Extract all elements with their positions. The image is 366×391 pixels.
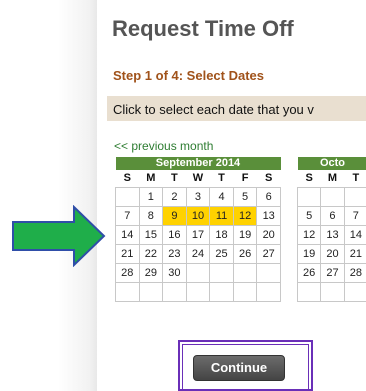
calendar-week-row: [296, 282, 366, 302]
calendar-week-row: 123456: [115, 187, 281, 207]
calendar-week-row: 19 20 21: [296, 244, 366, 264]
empty-day-cell: [185, 282, 211, 302]
day-cell[interactable]: 28: [115, 263, 140, 283]
day-cell[interactable]: 14: [115, 225, 140, 245]
calendar-week-row: 26 27 28: [296, 263, 366, 283]
empty-day-cell: [256, 282, 281, 302]
day-cell[interactable]: 19: [232, 225, 258, 245]
day-cell[interactable]: 9: [162, 206, 187, 226]
day-cell[interactable]: 12: [296, 225, 322, 245]
calendar-september: September 2014 S M T W T F S 1 2 3 4 5 6 7 8 9 10 11 12 13 1…: [115, 157, 281, 302]
day-cell[interactable]: 3: [185, 187, 211, 207]
page-title: Request Time Off: [112, 16, 294, 41]
weekday-label: T: [171, 172, 178, 184]
previous-month-link[interactable]: << previous month: [114, 139, 213, 153]
left-shade: [0, 0, 97, 391]
day-cell[interactable]: 13: [320, 225, 345, 245]
empty-day-cell: [162, 282, 187, 302]
day-cell[interactable]: 4: [209, 187, 234, 207]
day-cell[interactable]: 17: [185, 225, 211, 245]
day-cell[interactable]: 7: [115, 206, 140, 226]
calendar-week-row: 28 29 30: [115, 263, 281, 283]
day-cell[interactable]: 26: [296, 263, 322, 283]
day-cell[interactable]: 27: [256, 244, 281, 264]
day-cell[interactable]: 21: [115, 244, 140, 264]
day-cell[interactable]: 5: [232, 187, 258, 207]
day-cell[interactable]: 24: [185, 244, 211, 264]
empty-day-cell: [185, 263, 211, 283]
weekday-label: S: [305, 172, 313, 184]
day-cell[interactable]: 2: [162, 187, 187, 207]
day-cell[interactable]: 22: [138, 244, 164, 264]
empty-day-cell: [256, 263, 281, 283]
day-cell[interactable]: 15: [138, 225, 164, 245]
instruction-text: Click to select each date that you v: [113, 102, 314, 117]
page: Request Time Off Step 1 of 4: Select Dat…: [0, 0, 366, 391]
day-cell[interactable]: 18: [209, 225, 234, 245]
weekday-label: S: [123, 172, 131, 184]
weekday-label: T: [218, 172, 225, 184]
weekday-label: W: [192, 172, 204, 184]
empty-day-cell: [343, 187, 366, 207]
month-header: Octo: [297, 157, 366, 170]
day-cell[interactable]: 14: [343, 225, 366, 245]
day-cell[interactable]: 28: [343, 263, 366, 283]
empty-day-cell: [138, 282, 164, 302]
empty-day-cell: [232, 263, 258, 283]
day-cell[interactable]: 12: [232, 206, 258, 226]
empty-day-cell: [209, 282, 234, 302]
empty-day-cell: [115, 282, 140, 302]
day-cell[interactable]: 6: [256, 187, 281, 207]
weekday-label: F: [241, 172, 249, 184]
day-cell[interactable]: 25: [209, 244, 234, 264]
day-cell[interactable]: 30: [162, 263, 187, 283]
right-arrow-icon: [12, 205, 106, 267]
day-cell[interactable]: 10: [185, 206, 211, 226]
calendar-week-row: 21 22 23 24 25 26 27: [115, 244, 281, 264]
day-cell[interactable]: 13: [256, 206, 281, 226]
day-cell[interactable]: 7: [343, 206, 366, 226]
step-heading: Step 1 of 4: Select Dates: [113, 68, 264, 83]
empty-day-cell: [296, 187, 322, 207]
day-cell[interactable]: 11: [209, 206, 234, 226]
day-cell[interactable]: 5: [296, 206, 322, 226]
continue-button[interactable]: Continue: [193, 355, 285, 381]
calendar-october: Octo S M T 5 6 7 12 13 14 19 20 21 26 27 28: [296, 157, 366, 302]
calendar-week-row: 567: [296, 206, 366, 226]
calendar-week-row: [296, 187, 366, 207]
day-cell[interactable]: 16: [162, 225, 187, 245]
weekday-label: M: [146, 172, 156, 184]
weekday-label: T: [352, 172, 360, 184]
day-cell[interactable]: 23: [162, 244, 187, 264]
day-cell[interactable]: 29: [138, 263, 164, 283]
weekday-label: M: [327, 172, 338, 184]
empty-day-cell: [232, 282, 258, 302]
day-cell[interactable]: 1: [138, 187, 164, 207]
empty-day-cell: [115, 187, 140, 207]
calendar-week-row: 14 15 16 17 18 19 20: [115, 225, 281, 245]
calendar-week-row: [115, 282, 281, 302]
day-cell[interactable]: 20: [320, 244, 345, 264]
day-cell[interactable]: 19: [296, 244, 322, 264]
day-cell[interactable]: 6: [320, 206, 345, 226]
empty-day-cell: [320, 282, 345, 302]
empty-day-cell: [296, 282, 322, 302]
day-cell[interactable]: 20: [256, 225, 281, 245]
day-cell[interactable]: 27: [320, 263, 345, 283]
empty-day-cell: [343, 282, 366, 302]
day-cell[interactable]: 21: [343, 244, 366, 264]
weekday-label: S: [265, 172, 273, 184]
calendar-week-row: 7 8 9 10 11 12 13: [115, 206, 281, 226]
day-cell[interactable]: 8: [138, 206, 164, 226]
empty-day-cell: [320, 187, 345, 207]
month-header: September 2014: [115, 157, 281, 170]
day-cell[interactable]: 26: [232, 244, 258, 264]
calendar-week-row: 12 13 14: [296, 225, 366, 245]
empty-day-cell: [209, 263, 234, 283]
